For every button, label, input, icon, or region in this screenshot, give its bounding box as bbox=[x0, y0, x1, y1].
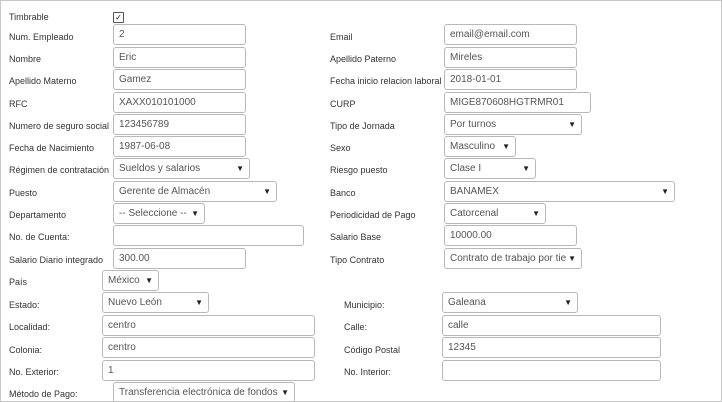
chevron-down-icon: ▼ bbox=[532, 209, 540, 218]
chevron-down-icon: ▼ bbox=[568, 254, 576, 263]
curp-label: CURP bbox=[330, 99, 356, 109]
nss-label: Numero de seguro social bbox=[9, 121, 110, 131]
sexo-select[interactable]: Masculino ▼ bbox=[444, 136, 516, 157]
sexo-label: Sexo bbox=[330, 143, 351, 153]
chevron-down-icon: ▼ bbox=[502, 142, 510, 151]
curp-input[interactable]: MIGE870608HGTRMR01 bbox=[444, 92, 591, 113]
riesgo-label: Riesgo puesto bbox=[330, 165, 388, 175]
banco-label: Banco bbox=[330, 188, 356, 198]
riesgo-value: Clase I bbox=[450, 163, 482, 174]
no-interior-label: No. Interior: bbox=[344, 367, 392, 377]
pais-select[interactable]: México ▼ bbox=[102, 270, 159, 291]
salario-base-label: Salario Base bbox=[330, 232, 382, 242]
departamento-label: Departamento bbox=[9, 210, 67, 220]
num-empleado-label: Num. Empleado bbox=[9, 32, 74, 42]
pais-value: México bbox=[108, 275, 140, 286]
periodicidad-select[interactable]: Catorcenal ▼ bbox=[444, 203, 546, 224]
timbrable-label: Timbrable bbox=[9, 12, 49, 22]
tipo-contrato-value: Contrato de trabajo por tie bbox=[450, 253, 567, 264]
tipo-jornada-select[interactable]: Por turnos ▼ bbox=[444, 114, 582, 135]
regimen-select[interactable]: Sueldos y salarios ▼ bbox=[113, 158, 250, 179]
apellido-materno-label: Apellido Materno bbox=[9, 76, 77, 86]
no-interior-input[interactable] bbox=[442, 360, 661, 381]
sexo-value: Masculino bbox=[450, 141, 496, 152]
regimen-label: Régimen de contratación bbox=[9, 165, 110, 175]
localidad-input[interactable]: centro bbox=[102, 315, 315, 336]
chevron-down-icon: ▼ bbox=[661, 187, 669, 196]
localidad-label: Localidad: bbox=[9, 322, 51, 332]
chevron-down-icon: ▼ bbox=[236, 164, 244, 173]
puesto-label: Puesto bbox=[9, 188, 38, 198]
codigo-postal-label: Código Postal bbox=[344, 345, 401, 355]
rfc-input[interactable]: XAXX010101000 bbox=[113, 92, 246, 113]
apellido-materno-input[interactable]: Gamez bbox=[113, 69, 246, 90]
tipo-jornada-value: Por turnos bbox=[450, 119, 497, 130]
colonia-input[interactable]: centro bbox=[102, 337, 315, 358]
chevron-down-icon: ▼ bbox=[263, 187, 271, 196]
municipio-select[interactable]: Galeana ▼ bbox=[442, 292, 578, 313]
apellido-paterno-label: Apellido Paterno bbox=[330, 54, 397, 64]
pais-label: País bbox=[9, 277, 28, 287]
employee-form: Timbrable ✓ Num. Empleado 2 Email email@… bbox=[0, 0, 722, 402]
chevron-down-icon: ▼ bbox=[145, 276, 153, 285]
puesto-value: Gerente de Almacén bbox=[119, 186, 211, 197]
num-empleado-input[interactable]: 2 bbox=[113, 24, 246, 45]
puesto-select[interactable]: Gerente de Almacén ▼ bbox=[113, 181, 277, 202]
nss-input[interactable]: 123456789 bbox=[113, 114, 246, 135]
metodo-pago-label: Método de Pago: bbox=[9, 389, 78, 399]
departamento-select[interactable]: -- Seleccione -- ▼ bbox=[113, 203, 205, 224]
banco-select[interactable]: BANAMEX ▼ bbox=[444, 181, 675, 202]
salario-base-input[interactable]: 10000.00 bbox=[444, 225, 577, 246]
nombre-label: Nombre bbox=[9, 54, 42, 64]
chevron-down-icon: ▼ bbox=[281, 388, 289, 397]
calle-input[interactable]: calle bbox=[442, 315, 661, 336]
metodo-pago-select[interactable]: Transferencia electrónica de fondos ▼ bbox=[113, 382, 295, 401]
tipo-contrato-label: Tipo Contrato bbox=[330, 255, 385, 265]
no-cuenta-label: No. de Cuenta: bbox=[9, 232, 70, 242]
timbrable-checkbox[interactable]: ✓ bbox=[113, 12, 124, 23]
periodicidad-value: Catorcenal bbox=[450, 208, 499, 219]
chevron-down-icon: ▼ bbox=[191, 209, 199, 218]
chevron-down-icon: ▼ bbox=[195, 298, 203, 307]
no-exterior-label: No. Exterior: bbox=[9, 367, 60, 377]
email-label: Email bbox=[330, 32, 353, 42]
departamento-value: -- Seleccione -- bbox=[119, 208, 187, 219]
periodicidad-label: Periodicidad de Pago bbox=[330, 210, 416, 220]
estado-value: Nuevo León bbox=[108, 297, 162, 308]
no-exterior-input[interactable]: 1 bbox=[102, 360, 315, 381]
municipio-value: Galeana bbox=[448, 297, 486, 308]
no-cuenta-input[interactable] bbox=[113, 225, 304, 246]
fecha-nacimiento-label: Fecha de Nacimiento bbox=[9, 143, 95, 153]
chevron-down-icon: ▼ bbox=[522, 164, 530, 173]
salario-diario-input[interactable]: 300.00 bbox=[113, 248, 246, 269]
chevron-down-icon: ▼ bbox=[564, 298, 572, 307]
fecha-inicio-input[interactable]: 2018-01-01 bbox=[444, 69, 577, 90]
rfc-label: RFC bbox=[9, 99, 28, 109]
tipo-contrato-select[interactable]: Contrato de trabajo por tie ▼ bbox=[444, 248, 582, 269]
metodo-pago-value: Transferencia electrónica de fondos bbox=[119, 387, 278, 398]
banco-value: BANAMEX bbox=[450, 186, 499, 197]
nombre-input[interactable]: Eric bbox=[113, 47, 246, 68]
calle-label: Calle: bbox=[344, 322, 368, 332]
chevron-down-icon: ▼ bbox=[568, 120, 576, 129]
email-input[interactable]: email@email.com bbox=[444, 24, 577, 45]
municipio-label: Municipio: bbox=[344, 300, 385, 310]
riesgo-select[interactable]: Clase I ▼ bbox=[444, 158, 536, 179]
regimen-value: Sueldos y salarios bbox=[119, 163, 201, 174]
salario-diario-label: Salario Diario integrado bbox=[9, 255, 104, 265]
fecha-inicio-label: Fecha inicio relacion laboral bbox=[330, 76, 442, 86]
estado-label: Estado: bbox=[9, 300, 40, 310]
codigo-postal-input[interactable]: 12345 bbox=[442, 337, 661, 358]
tipo-jornada-label: Tipo de Jornada bbox=[330, 121, 395, 131]
estado-select[interactable]: Nuevo León ▼ bbox=[102, 292, 209, 313]
colonia-label: Colonia: bbox=[9, 345, 43, 355]
fecha-nacimiento-input[interactable]: 1987-06-08 bbox=[113, 136, 246, 157]
apellido-paterno-input[interactable]: Mireles bbox=[444, 47, 577, 68]
